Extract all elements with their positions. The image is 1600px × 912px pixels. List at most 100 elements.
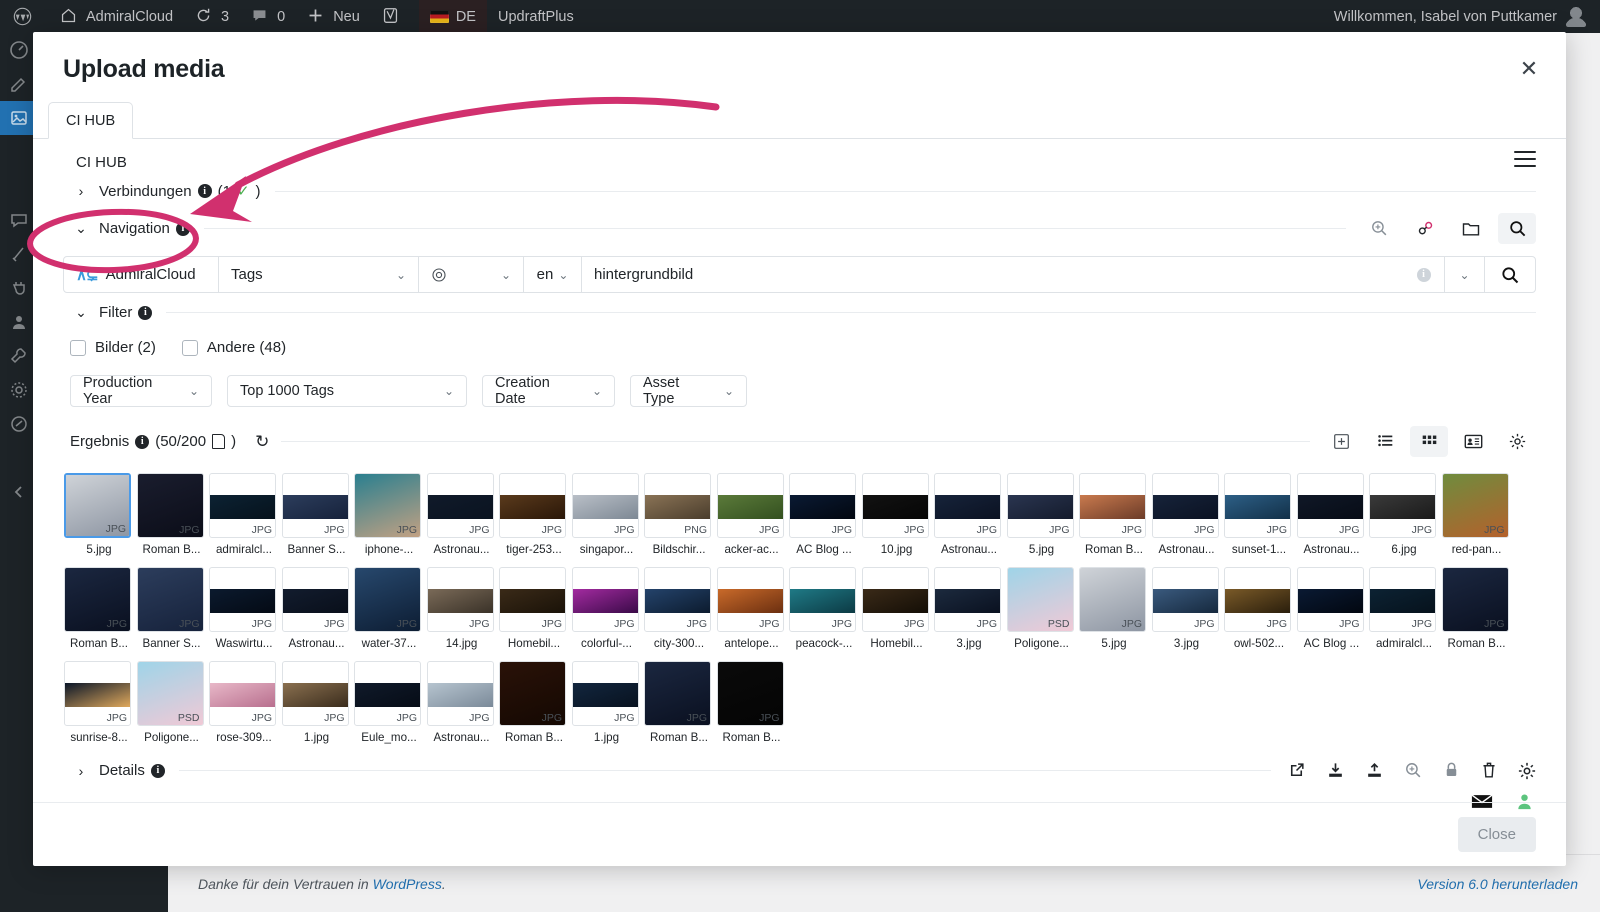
adminbar-item-site[interactable]: AdmiralCloud xyxy=(49,0,184,33)
select-production-year[interactable]: Production Year ⌄ xyxy=(70,375,212,407)
thumbnail-image[interactable]: JPG xyxy=(1224,567,1291,632)
asset-thumbnail[interactable]: JPGBanner S... xyxy=(137,567,210,650)
thumbnail-image[interactable]: JPG xyxy=(209,661,276,726)
asset-thumbnail[interactable]: JPGAstronau... xyxy=(427,473,500,556)
wp-admin-bar[interactable]: AdmiralCloud 3 0 Neu DE UpdraftPlus Will… xyxy=(0,0,1600,33)
asset-thumbnail[interactable]: JPGEule_mo... xyxy=(354,661,427,744)
section-navigation[interactable]: ⌄ Navigation i xyxy=(63,206,1536,250)
search-options-toggle[interactable]: ⌄ xyxy=(1445,257,1485,292)
asset-thumbnail[interactable]: JPGAC Blog ... xyxy=(1297,567,1370,650)
version-update-link[interactable]: Version 6.0 herunterladen xyxy=(1417,876,1578,892)
asset-thumbnail[interactable]: JPGRoman B... xyxy=(137,473,210,556)
search-info-icon[interactable]: i xyxy=(1403,257,1445,292)
trash-icon[interactable] xyxy=(1480,761,1498,780)
download-icon[interactable] xyxy=(1326,761,1345,780)
link-icon[interactable] xyxy=(1406,213,1444,244)
upload-icon[interactable] xyxy=(1365,761,1384,780)
language-select[interactable]: en ⌄ xyxy=(524,257,582,292)
thumbnail-image[interactable]: JPG xyxy=(282,473,349,538)
thumbnail-image[interactable]: JPG xyxy=(1152,567,1219,632)
select-top-tags[interactable]: Top 1000 Tags ⌄ xyxy=(227,375,467,407)
thumbnail-image[interactable]: PSD xyxy=(1007,567,1074,632)
asset-thumbnail[interactable]: JPGcity-300... xyxy=(644,567,717,650)
asset-thumbnail[interactable]: JPGAC Blog ... xyxy=(789,473,862,556)
asset-thumbnail[interactable]: JPGAstronau... xyxy=(1297,473,1370,556)
add-view-icon[interactable] xyxy=(1322,426,1360,457)
source-selector[interactable]: ∧⊊ AdmiralCloud xyxy=(64,257,219,292)
thumbnail-image[interactable]: JPG xyxy=(354,567,421,632)
checkbox-box[interactable] xyxy=(70,340,86,356)
asset-thumbnail[interactable]: PSDPoligone... xyxy=(137,661,210,744)
thumbnail-image[interactable]: JPG xyxy=(499,567,566,632)
thumbnail-image[interactable]: JPG xyxy=(1369,567,1436,632)
asset-thumbnail[interactable]: JPGred-pan... xyxy=(1442,473,1515,556)
thumbnail-image[interactable]: JPG xyxy=(789,567,856,632)
thumbnail-image[interactable]: JPG xyxy=(862,567,929,632)
asset-thumbnail[interactable]: JPGiphone-... xyxy=(354,473,427,556)
checkbox-bilder[interactable]: Bilder (2) xyxy=(70,339,156,356)
asset-thumbnail[interactable]: JPGRoman B... xyxy=(717,661,790,744)
info-icon[interactable]: i xyxy=(198,184,212,198)
asset-thumbnail[interactable]: JPG1.jpg xyxy=(282,661,355,744)
asset-thumbnail[interactable]: JPGsunrise-8... xyxy=(64,661,137,744)
asset-thumbnail[interactable]: JPGHomebil... xyxy=(499,567,572,650)
thumbnail-image[interactable]: JPG xyxy=(1079,567,1146,632)
thumbnail-image[interactable]: JPG xyxy=(354,473,421,538)
thumbnail-image[interactable]: JPG xyxy=(934,473,1001,538)
chevron-down-icon[interactable]: ⌄ xyxy=(63,304,99,321)
chevron-down-icon[interactable]: ⌄ xyxy=(63,220,99,237)
checkbox-box[interactable] xyxy=(182,340,198,356)
thumbnail-image[interactable]: JPG xyxy=(1297,567,1364,632)
list-view-icon[interactable] xyxy=(1366,426,1404,457)
asset-thumbnail[interactable]: JPGpeacock-... xyxy=(789,567,862,650)
thumbnail-image[interactable]: JPG xyxy=(499,473,566,538)
checkbox-andere[interactable]: Andere (48) xyxy=(182,339,286,356)
asset-thumbnail[interactable]: JPGAstronau... xyxy=(934,473,1007,556)
adminbar-item-new[interactable]: Neu xyxy=(296,0,371,33)
thumbnail-image[interactable]: JPG xyxy=(427,661,494,726)
asset-thumbnail[interactable]: JPGsunset-1... xyxy=(1224,473,1297,556)
asset-thumbnail[interactable]: JPGRoman B... xyxy=(1079,473,1152,556)
open-external-icon[interactable] xyxy=(1287,761,1306,780)
filter-selects[interactable]: Production Year ⌄ Top 1000 Tags ⌄ Creati… xyxy=(63,362,1536,407)
navigation-toolbar[interactable] xyxy=(1360,213,1536,244)
asset-thumbnail[interactable]: JPGWaswirtu... xyxy=(209,567,282,650)
thumbnail-image[interactable]: JPG xyxy=(1442,567,1509,632)
asset-thumbnail[interactable]: JPGwater-37... xyxy=(354,567,427,650)
info-icon[interactable]: i xyxy=(176,222,190,236)
zoom-search-icon[interactable] xyxy=(1360,213,1398,244)
thumbnail-image[interactable]: PSD xyxy=(137,661,204,726)
adminbar-item-wordpress[interactable] xyxy=(0,0,49,33)
thumbnail-image[interactable]: JPG xyxy=(1369,473,1436,538)
thumbnail-image[interactable]: JPG xyxy=(789,473,856,538)
adminbar-item-updates[interactable]: 3 xyxy=(184,0,240,33)
upload-media-modal[interactable]: Upload media ✕ CI HUB CI HUB › Verbindun… xyxy=(33,32,1566,866)
thumbnail-image[interactable]: JPG xyxy=(64,473,131,538)
thumbnail-image[interactable]: JPG xyxy=(282,661,349,726)
thumbnail-image[interactable]: JPG xyxy=(717,661,784,726)
asset-thumbnail[interactable]: JPGantelope... xyxy=(717,567,790,650)
thumbnail-image[interactable]: PNG xyxy=(644,473,711,538)
asset-thumbnail[interactable]: JPGRoman B... xyxy=(499,661,572,744)
search-submit-button[interactable] xyxy=(1485,257,1535,292)
thumbnail-image[interactable]: JPG xyxy=(209,567,276,632)
asset-thumbnail[interactable]: JPG5.jpg xyxy=(1079,567,1152,650)
thumbnail-image[interactable]: JPG xyxy=(282,567,349,632)
thumbnail-image[interactable]: JPG xyxy=(644,661,711,726)
chevron-right-icon[interactable]: › xyxy=(63,763,99,779)
section-filter[interactable]: ⌄ Filter i xyxy=(63,297,1536,327)
asset-thumbnail[interactable]: JPGadmiralcl... xyxy=(1369,567,1442,650)
asset-thumbnail[interactable]: JPG5.jpg xyxy=(64,473,137,556)
adminbar-item-yoast[interactable] xyxy=(371,0,419,33)
asset-thumbnail[interactable]: JPGsingapor... xyxy=(572,473,645,556)
thumbnail-image[interactable]: JPG xyxy=(209,473,276,538)
type-checkboxes[interactable]: Bilder (2) Andere (48) xyxy=(63,327,1536,362)
thumbnail-image[interactable]: JPG xyxy=(499,661,566,726)
asset-thumbnail[interactable]: JPG6.jpg xyxy=(1369,473,1442,556)
thumbnail-image[interactable]: JPG xyxy=(862,473,929,538)
adminbar-item-comments[interactable]: 0 xyxy=(240,0,296,33)
asset-thumbnail[interactable]: JPGHomebil... xyxy=(862,567,935,650)
asset-thumbnail[interactable]: JPGBanner S... xyxy=(282,473,355,556)
thumbnail-image[interactable]: JPG xyxy=(1007,473,1074,538)
asset-thumbnail[interactable]: JPG3.jpg xyxy=(934,567,1007,650)
